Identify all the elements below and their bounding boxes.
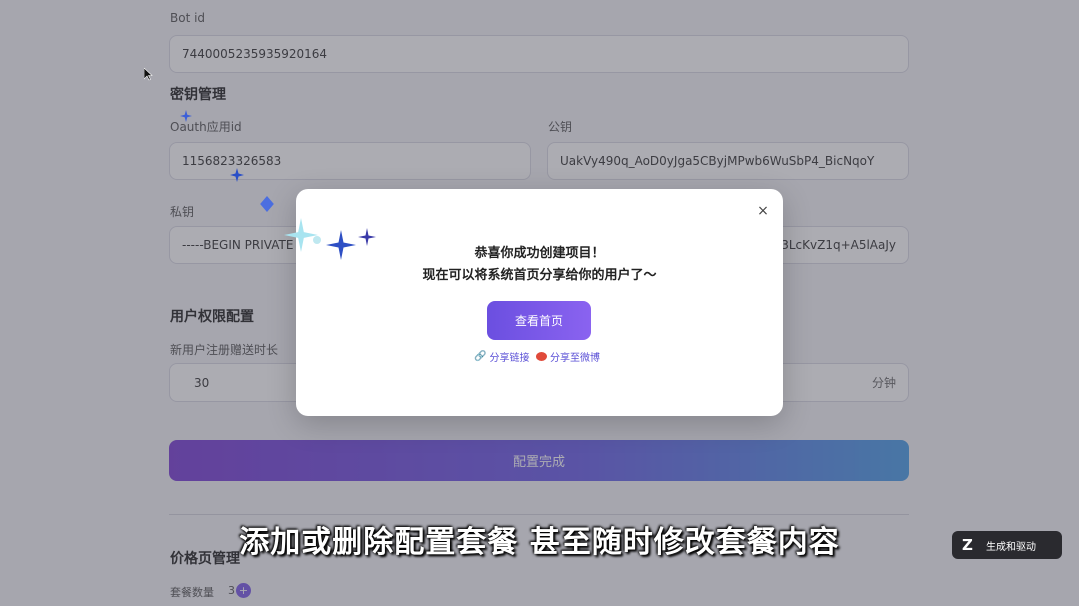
sparkle-icon xyxy=(326,230,356,260)
sparkle-icon xyxy=(180,110,192,122)
link-icon: 🔗 xyxy=(474,351,487,362)
video-subtitle: 添加或删除配置套餐 甚至随时修改套餐内容 xyxy=(239,525,840,560)
weibo-icon xyxy=(536,352,547,361)
share-link-label: 分享链接 xyxy=(489,353,530,364)
diamond-icon xyxy=(260,196,274,212)
share-weibo-label: 分享至微博 xyxy=(550,353,600,364)
sparkle-dot xyxy=(313,236,321,244)
mouse-cursor-icon xyxy=(144,68,153,81)
view-home-button[interactable]: 查看首页 xyxy=(487,301,591,340)
modal-title-line2: 现在可以将系统首页分享给你的用户了～ xyxy=(422,268,657,283)
share-weibo[interactable]: 分享至微博 xyxy=(536,349,600,364)
sparkle-icon xyxy=(230,168,244,182)
sparkle-icon xyxy=(284,218,318,252)
share-link[interactable]: 🔗 分享链接 xyxy=(474,349,529,364)
brand-logo-icon: Z xyxy=(962,536,973,554)
success-modal: × 恭喜你成功创建项目！ 现在可以将系统首页分享给你的用户了～ 查看首页 🔗 分… xyxy=(296,189,783,416)
watermark-label: 生成和驱动 xyxy=(986,541,1036,553)
close-icon[interactable]: × xyxy=(753,201,773,221)
sparkle-icon xyxy=(358,228,376,246)
watermark-badge: Z 生成和驱动 xyxy=(952,531,1062,559)
